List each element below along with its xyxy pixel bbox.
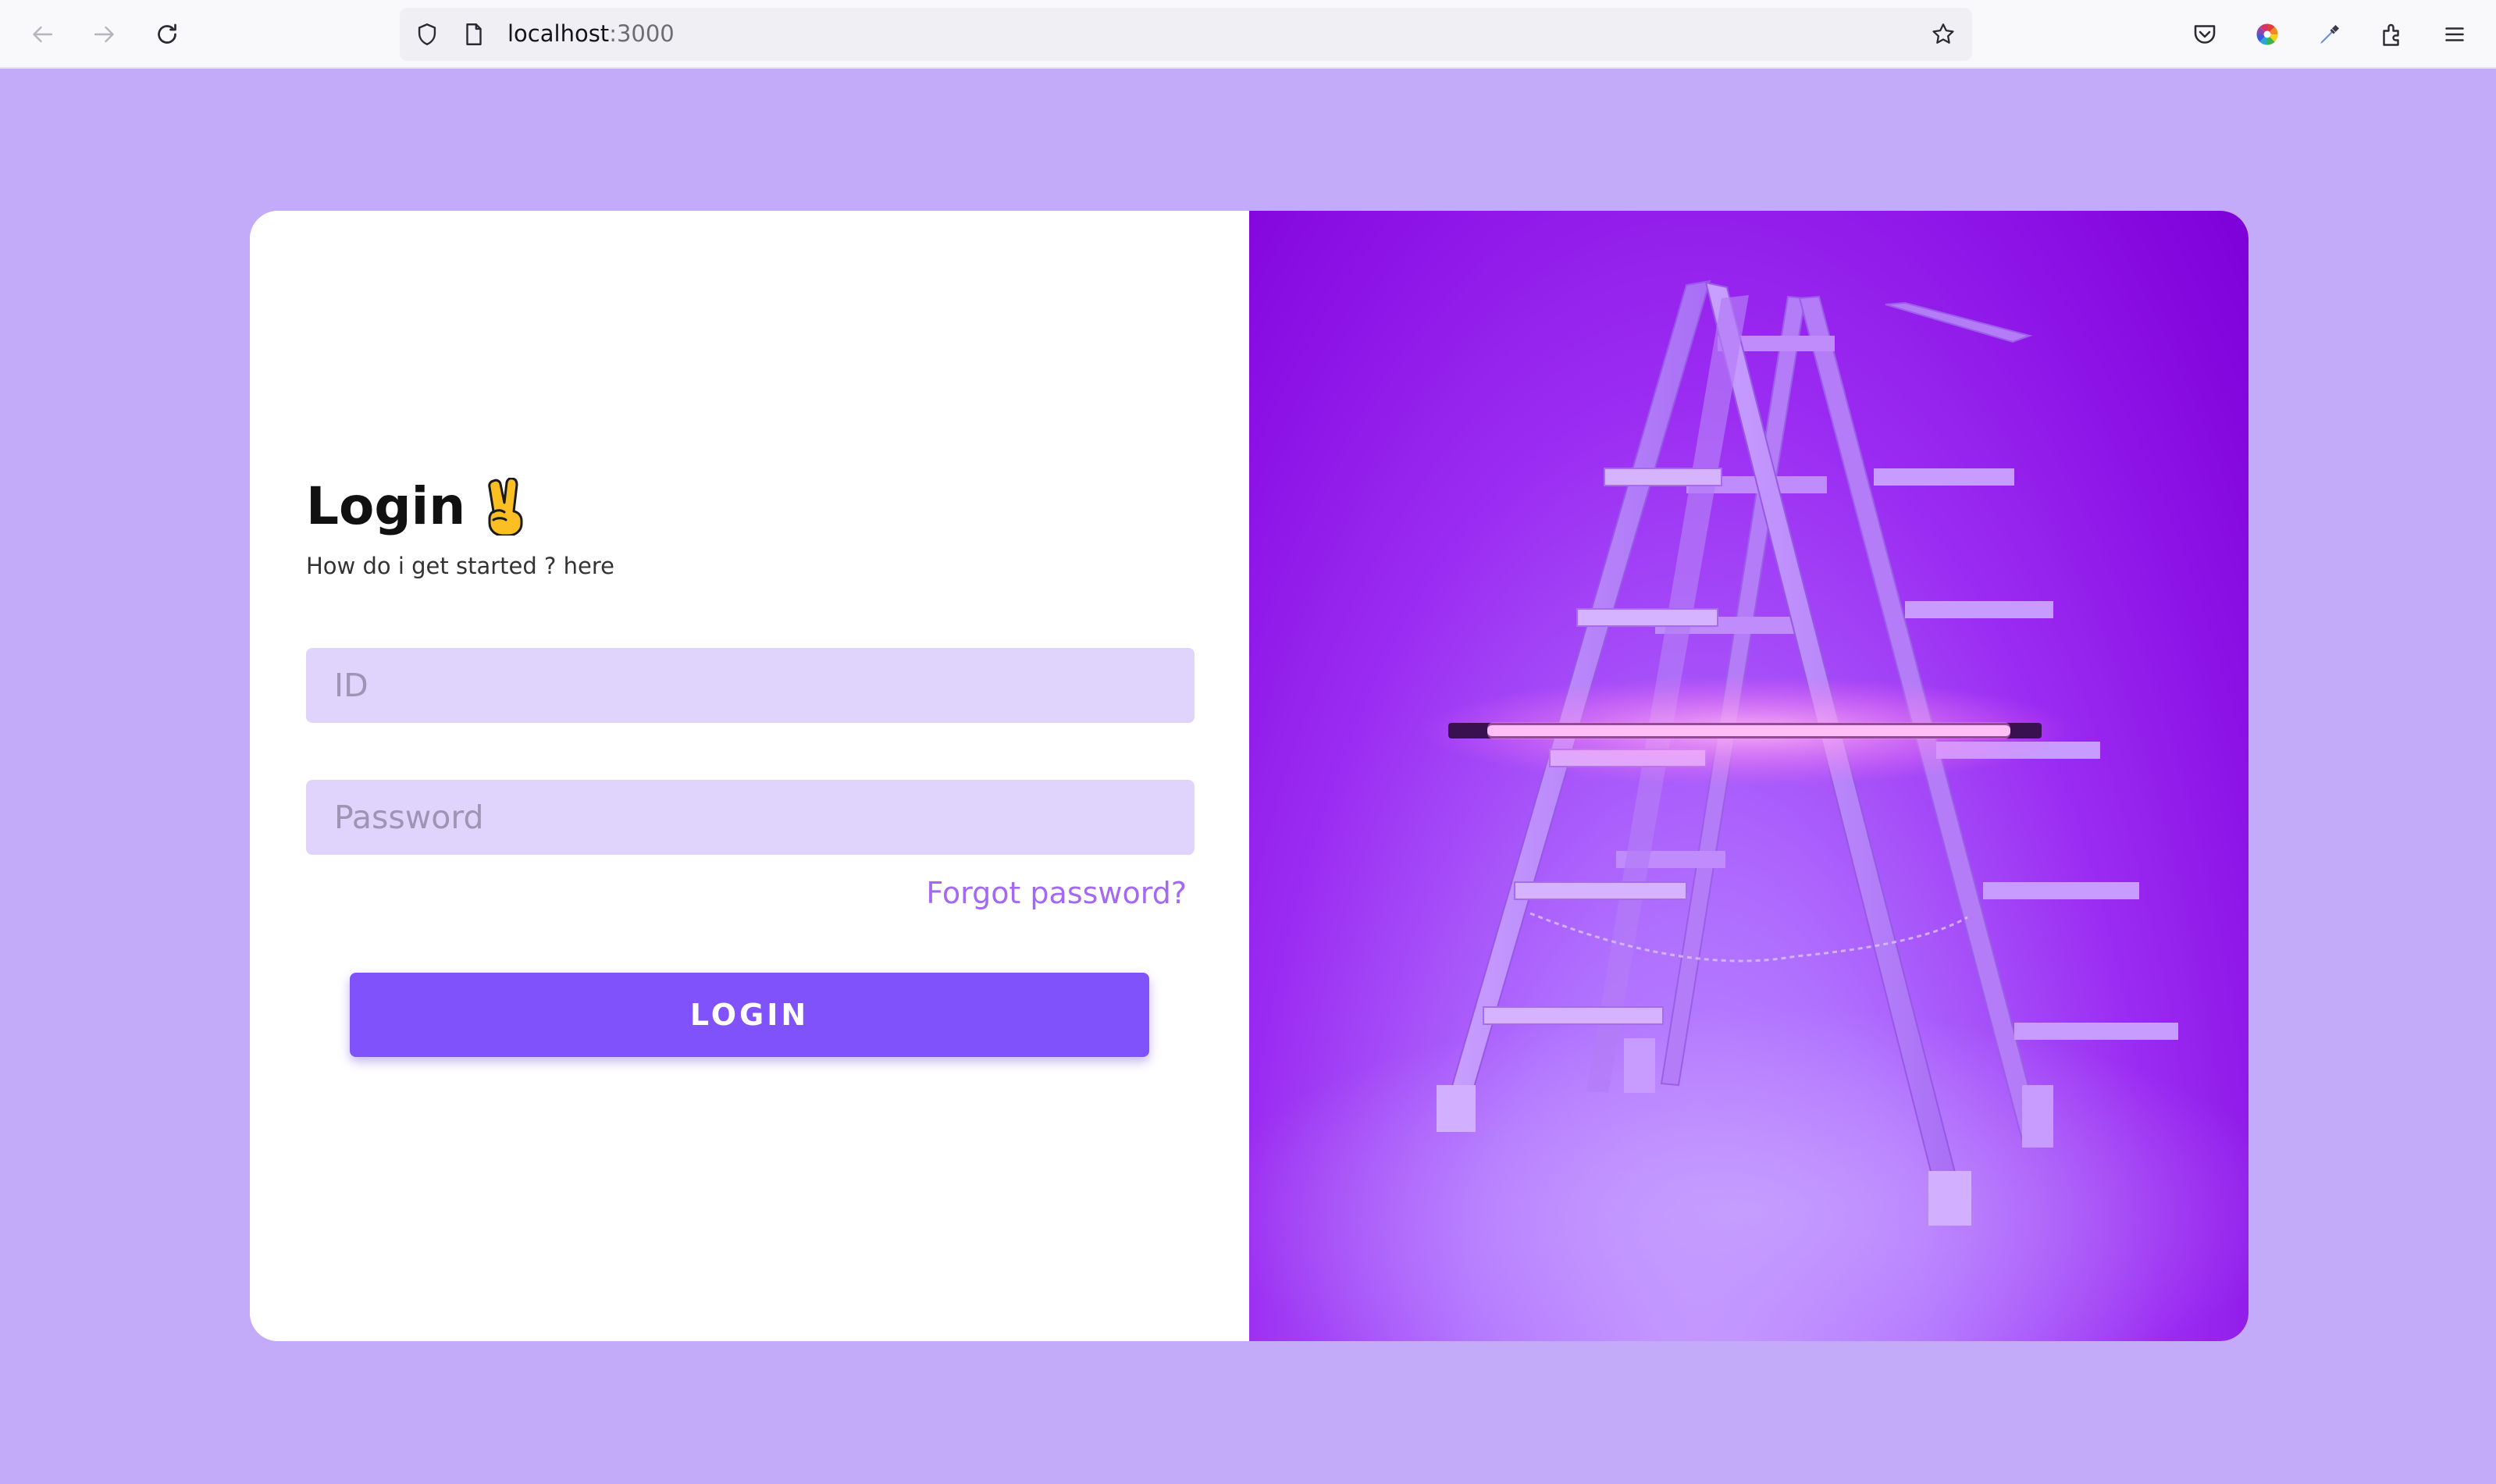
forgot-password-link[interactable]: Forgot password? xyxy=(926,876,1187,910)
login-button[interactable]: LOGIN xyxy=(350,973,1149,1057)
forward-icon[interactable] xyxy=(86,16,123,53)
menu-icon[interactable] xyxy=(2436,16,2473,53)
back-icon[interactable] xyxy=(23,16,61,53)
url-host: localhost xyxy=(507,20,610,47)
neon-ladder-illustration xyxy=(1249,279,2249,1341)
browser-toolbar: localhost:3000 xyxy=(0,0,2496,69)
login-card: Login How do i get started ? here Forgot… xyxy=(250,211,2249,1341)
hero-image xyxy=(1249,211,2249,1341)
login-panel: Login How do i get started ? here Forgot… xyxy=(250,211,1249,1341)
url-bar[interactable]: localhost:3000 xyxy=(400,8,1972,61)
login-title: Login xyxy=(306,476,466,536)
page-title: Login xyxy=(306,476,529,536)
bookmark-star-icon[interactable] xyxy=(1930,21,1957,48)
id-input[interactable] xyxy=(306,648,1195,723)
color-wheel-icon[interactable] xyxy=(2249,16,2286,53)
url-port: :3000 xyxy=(609,20,675,47)
url-text[interactable]: localhost:3000 xyxy=(507,20,675,47)
reload-icon[interactable] xyxy=(148,16,186,53)
extensions-icon[interactable] xyxy=(2373,16,2411,53)
victory-hand-icon xyxy=(482,476,529,536)
password-input[interactable] xyxy=(306,780,1195,855)
eyedropper-icon[interactable] xyxy=(2311,16,2348,53)
page-icon xyxy=(461,21,487,48)
pocket-icon[interactable] xyxy=(2186,16,2224,53)
login-subtitle: How do i get started ? here xyxy=(306,553,614,579)
shield-icon[interactable] xyxy=(414,21,440,48)
